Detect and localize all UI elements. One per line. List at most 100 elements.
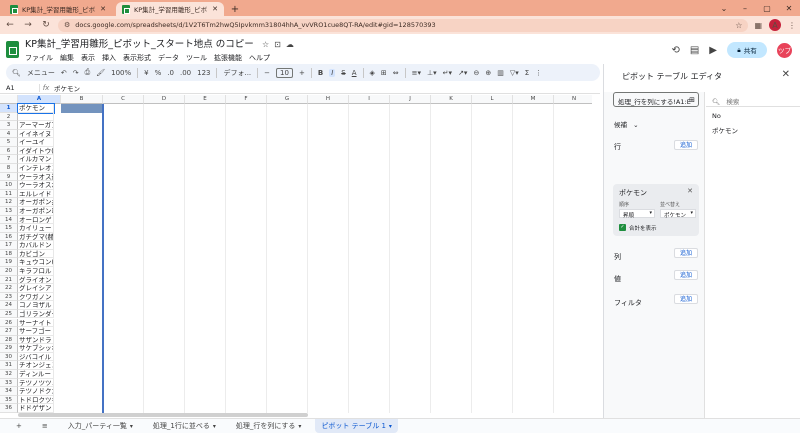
row-header[interactable]: 32	[0, 369, 18, 379]
row-header[interactable]: 6	[0, 146, 18, 156]
filter-icon[interactable]: ▽▾	[510, 69, 519, 77]
cell-a[interactable]: イダイトウ(オ	[18, 146, 54, 156]
row-header[interactable]: 34	[0, 387, 18, 396]
cell-a[interactable]: テツノツツミ	[18, 378, 54, 388]
suggestions-toggle[interactable]: 候補 ⌄	[614, 119, 639, 129]
add-column-button[interactable]: 追加	[674, 248, 698, 258]
comments-icon[interactable]: ▤	[690, 45, 699, 56]
search-menus-label[interactable]: メニュー	[27, 68, 55, 78]
cell-a[interactable]: エルレイド	[18, 189, 54, 199]
row-header[interactable]: 20	[0, 267, 18, 276]
cell-a[interactable]: ウーラオス連	[18, 172, 54, 182]
share-button[interactable]: 🔒︎ 共有	[727, 42, 767, 58]
chart-icon[interactable]: ▥	[497, 69, 504, 77]
sheet-tab[interactable]: 処理_1行に並べる ▾	[147, 419, 222, 433]
functions-icon[interactable]: Σ	[525, 69, 529, 77]
cell-a[interactable]: ガチグマ(赫	[18, 232, 54, 242]
sheet-tab[interactable]: 処理_行を列にする ▾	[230, 419, 308, 433]
cell-a[interactable]: イルカマン	[18, 155, 54, 165]
cell-a[interactable]: サーナイト	[18, 318, 54, 328]
horizontal-align-icon[interactable]: ≡▾	[412, 69, 421, 77]
horizontal-scrollbar[interactable]	[18, 413, 308, 417]
add-value-button[interactable]: 追加	[674, 270, 698, 280]
column-header-e[interactable]: E	[185, 95, 226, 104]
font-select[interactable]: デフォ...	[223, 68, 251, 78]
row-header[interactable]: 23	[0, 292, 18, 302]
vertical-align-icon[interactable]: ⊥▾	[427, 69, 437, 77]
cell-a[interactable]: キラフロル	[18, 267, 54, 276]
meet-icon[interactable]: ▶	[709, 45, 717, 56]
menu-format[interactable]: 表示形式	[123, 53, 151, 63]
row-header[interactable]: 2	[0, 112, 18, 122]
row-header[interactable]: 9	[0, 172, 18, 182]
minimize-button[interactable]: –	[734, 0, 756, 16]
row-header[interactable]: 36	[0, 404, 18, 413]
user-avatar[interactable]: ツブ	[777, 42, 792, 58]
font-size-input[interactable]: 10	[276, 67, 293, 78]
comment-icon[interactable]: ⊕	[485, 69, 491, 77]
row-header[interactable]: 33	[0, 378, 18, 388]
column-header-n[interactable]: N	[554, 95, 592, 104]
row-header[interactable]: 35	[0, 395, 18, 405]
show-totals-checkbox[interactable]: ✓	[619, 224, 626, 231]
menu-help[interactable]: ヘルプ	[249, 53, 270, 63]
cell-a[interactable]: コノヨザル	[18, 301, 54, 310]
extensions-icon[interactable]: ▦	[754, 21, 762, 30]
site-info-icon[interactable]: ⚙	[64, 21, 70, 29]
column-header-k[interactable]: K	[431, 95, 472, 104]
sort-by-select[interactable]: ポケモン	[660, 209, 696, 219]
close-tab-icon[interactable]: ✕	[100, 5, 106, 13]
star-icon[interactable]: ☆	[262, 40, 269, 49]
cell-a[interactable]: カイリュー	[18, 224, 54, 233]
cell-a[interactable]: ポケモン	[17, 103, 55, 114]
row-header[interactable]: 14	[0, 215, 18, 225]
select-range-icon[interactable]: ⊞	[689, 96, 695, 104]
menu-view[interactable]: 表示	[81, 53, 95, 63]
decrease-decimal-button[interactable]: .0	[167, 69, 174, 77]
column-header-i[interactable]: I	[349, 95, 390, 104]
profile-avatar[interactable]: A	[769, 19, 781, 31]
cell-a[interactable]: ドドゲザン	[18, 404, 54, 413]
number-format-button[interactable]: 123	[197, 69, 210, 77]
cell-a[interactable]: オーガポン井戸	[18, 198, 54, 207]
reload-icon[interactable]: ↻	[40, 20, 52, 30]
cell-a[interactable]: サーフゴー	[18, 327, 54, 336]
row-header[interactable]: 12	[0, 198, 18, 207]
column-header-g[interactable]: G	[267, 95, 308, 104]
browser-tab[interactable]: KP集計_学習用雛形_ピボット_スタ ✕	[4, 2, 112, 16]
cell-a[interactable]: チオンジェン	[18, 361, 54, 370]
cell-a[interactable]: ゴリランダー	[18, 309, 54, 319]
text-wrap-icon[interactable]: ↵▾	[443, 69, 452, 77]
cell-a[interactable]: クワガノン	[18, 292, 54, 302]
cell-a[interactable]: サケブシッポ	[18, 344, 54, 353]
row-header[interactable]: 31	[0, 361, 18, 370]
cell-a[interactable]: ジバコイル	[18, 352, 54, 362]
row-header[interactable]: 21	[0, 275, 18, 285]
new-tab-button[interactable]: +	[228, 2, 242, 16]
cell-a[interactable]	[18, 112, 54, 122]
row-header[interactable]: 17	[0, 241, 18, 250]
all-sheets-button[interactable]: ≡	[36, 420, 54, 432]
row-header[interactable]: 11	[0, 189, 18, 199]
cell-a[interactable]: イイネイヌ	[18, 129, 54, 139]
strikethrough-icon[interactable]: S	[341, 69, 345, 77]
borders-icon[interactable]: ⊞	[381, 69, 387, 77]
menu-extensions[interactable]: 拡張機能	[214, 53, 242, 63]
cell-a[interactable]: カビゴン	[18, 249, 54, 259]
row-header[interactable]: 19	[0, 258, 18, 268]
add-row-button[interactable]: 追加	[674, 140, 698, 150]
row-header[interactable]: 15	[0, 224, 18, 233]
font-size-decrease[interactable]: −	[264, 69, 270, 77]
row-header[interactable]: 29	[0, 344, 18, 353]
maximize-button[interactable]: ▢	[756, 0, 778, 16]
forward-icon[interactable]: →	[22, 20, 34, 30]
menu-insert[interactable]: 挿入	[102, 53, 116, 63]
link-icon[interactable]: ⊖	[473, 69, 479, 77]
paint-format-icon[interactable]: 🖌︎	[96, 69, 105, 77]
column-header-f[interactable]: F	[226, 95, 267, 104]
row-header[interactable]: 4	[0, 129, 18, 139]
row-header[interactable]: 24	[0, 301, 18, 310]
spreadsheet-grid[interactable]: A B C D E F G H I J K L M N 1 ポケモン 2 3 アーマーガア 4 イイネイヌ 5 イーユイ 6 イ…	[0, 95, 592, 413]
column-header-a[interactable]: A	[18, 95, 61, 104]
formula-input[interactable]: ポケモン	[52, 83, 80, 93]
